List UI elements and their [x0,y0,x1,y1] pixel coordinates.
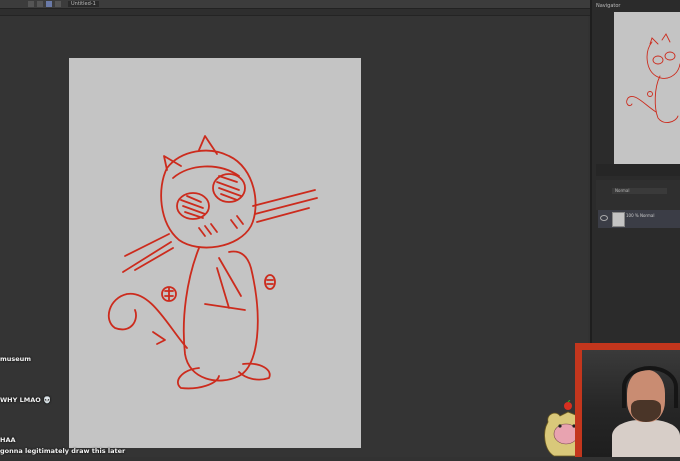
tool-button[interactable] [28,1,34,7]
navigator-preview[interactable] [614,12,680,164]
layer-name: 100 % Normal [626,213,655,218]
chat-message: museum [0,355,32,363]
blend-mode-select[interactable]: Normal [612,188,667,194]
tool-button-active[interactable] [46,1,52,7]
navigator-title: Navigator [596,3,621,9]
webcam-feed [582,350,680,457]
chat-message: gonna legitimately draw this later [0,447,126,455]
cat-sketch [107,135,318,390]
drawing-canvas[interactable] [69,58,361,448]
layer-thumbnail [612,212,625,227]
navigator-sketch [626,33,680,123]
eye-icon[interactable] [600,215,608,221]
chat-message: WHY LMAO 💀 [0,396,52,404]
navigator-zoom-bar[interactable] [596,164,680,176]
tool-button[interactable] [55,1,61,7]
headphones-icon [622,366,678,408]
document-tab[interactable]: Untitled-1 [68,1,99,7]
ruler [0,9,590,16]
chat-message: HAA [0,436,16,444]
layer-panel-header [596,180,680,210]
tool-button[interactable] [37,1,43,7]
streamer-body [612,420,680,457]
tool-strip: Untitled-1 [28,0,99,8]
